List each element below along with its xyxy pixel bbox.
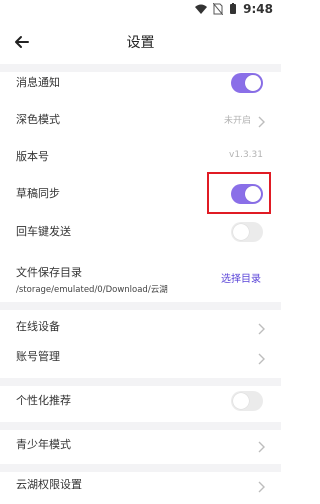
row-account-management[interactable]: 账号管理 (0, 338, 281, 376)
row-teen-mode[interactable]: 青少年模式 (0, 426, 281, 464)
highlight-box (207, 172, 271, 214)
chevron-right-icon (257, 320, 265, 335)
row-label: 版本号 (16, 150, 49, 163)
personalized-recommendation-toggle[interactable] (231, 391, 263, 411)
row-label: 青少年模式 (16, 438, 71, 451)
chevron-right-icon (257, 438, 265, 453)
version-value: v1.3.31 (229, 150, 263, 160)
dark-mode-value: 未开启 (223, 116, 251, 126)
row-label: 深色模式 (16, 113, 60, 126)
chevron-right-icon (257, 350, 265, 365)
row-save-directory: 文件保存目录 /storage/emulated/0/Download/云湖 选… (0, 254, 281, 300)
clock-time: 9:48 (243, 2, 273, 16)
title-bar: 设置 (0, 20, 281, 64)
toggle-knob (233, 393, 249, 409)
row-personalized-recommendation[interactable]: 个性化推荐 (0, 382, 281, 420)
battery-icon (229, 3, 237, 15)
row-label: 草稿同步 (16, 187, 60, 200)
row-label: 在线设备 (16, 320, 60, 333)
row-label: 账号管理 (16, 350, 60, 363)
chevron-right-icon (257, 478, 265, 493)
wifi-icon (195, 4, 208, 14)
row-enter-to-send[interactable]: 回车键发送 (0, 213, 281, 251)
toggle-knob (233, 224, 249, 240)
enter-to-send-toggle[interactable] (231, 222, 263, 242)
choose-directory-link[interactable]: 选择目录 (221, 270, 261, 285)
message-notification-toggle[interactable] (231, 73, 263, 93)
row-label: 消息通知 (16, 76, 60, 89)
chevron-right-icon (257, 113, 265, 128)
toggle-knob (245, 75, 261, 91)
status-bar: 9:48 (0, 0, 281, 20)
row-label: 回车键发送 (16, 225, 71, 238)
no-sim-icon (213, 3, 224, 15)
row-label: 文件保存目录 (16, 266, 82, 279)
row-dark-mode[interactable]: 深色模式 未开启 (0, 101, 281, 139)
row-label: 个性化推荐 (16, 394, 71, 407)
row-message-notification[interactable]: 消息通知 (0, 64, 281, 102)
page-title: 设置 (126, 35, 155, 51)
row-yunhu-permission-settings[interactable]: 云湖权限设置 (0, 466, 281, 504)
save-directory-path: /storage/emulated/0/Download/云湖 (16, 285, 168, 295)
row-version: 版本号 v1.3.31 (0, 138, 281, 176)
row-label: 云湖权限设置 (16, 478, 82, 491)
